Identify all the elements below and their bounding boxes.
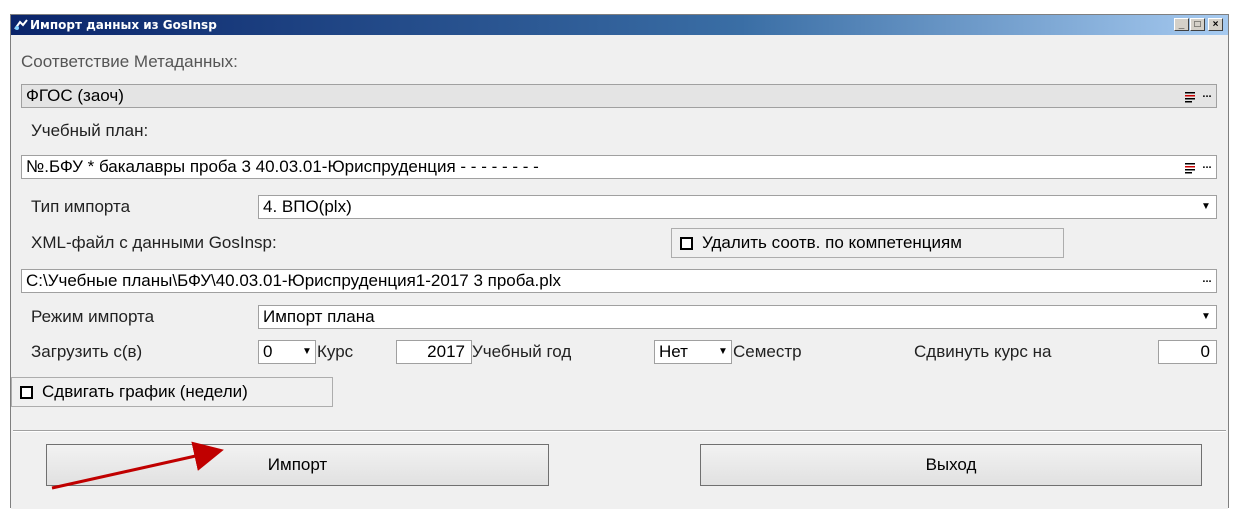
title-bar[interactable]: Импорт данных из GosInsp _ □ × [11, 15, 1228, 35]
import-button[interactable]: Импорт [46, 444, 549, 486]
exit-button[interactable]: Выход [700, 444, 1202, 486]
chevron-down-icon[interactable]: ▼ [1198, 308, 1214, 326]
plan-field[interactable]: №.БФУ * бакалавры проба 3 40.03.01-Юрисп… [21, 155, 1217, 179]
metadata-field[interactable]: ФГОС (заоч) ... [21, 84, 1217, 108]
import-mode-label: Режим импорта [31, 307, 155, 326]
minimize-button[interactable]: _ [1174, 18, 1189, 31]
delete-competence-checkbox[interactable]: Удалить соотв. по компетенциям [671, 228, 1064, 258]
dialog-content: Соответствие Метаданных: ФГОС (заоч) ...… [11, 35, 1228, 509]
year-label: Учебный год [472, 342, 572, 361]
list-icon[interactable] [1184, 87, 1198, 105]
year-field[interactable]: 2017 [396, 340, 472, 364]
ellipsis-icon[interactable]: ... [1200, 87, 1214, 105]
chevron-down-icon[interactable]: ▼ [1198, 198, 1214, 216]
xml-file-label: XML-файл с данными GosInsp: [31, 233, 277, 252]
app-icon [14, 19, 28, 30]
semester-select[interactable]: Нет ▼ [654, 340, 732, 364]
import-type-label: Тип импорта [31, 197, 131, 216]
course-label: Курс [317, 342, 354, 361]
shift-course-label: Сдвинуть курс на [914, 342, 1052, 361]
shift-schedule-checkbox[interactable]: Сдвигать график (недели) [11, 377, 333, 407]
metadata-label: Соответствие Метаданных: [21, 52, 238, 71]
plan-label: Учебный план: [31, 121, 149, 140]
shift-course-field[interactable]: 0 [1158, 340, 1217, 364]
chevron-down-icon[interactable]: ▼ [715, 343, 731, 361]
shift-schedule-label: Сдвигать график (недели) [42, 382, 248, 401]
import-dialog-window: Импорт данных из GosInsp _ □ × Соответст… [10, 14, 1229, 509]
file-path-value: C:\Учебные планы\БФУ\40.03.01-Юриспруден… [26, 271, 561, 290]
load-from-label: Загрузить с(в) [31, 342, 143, 361]
course-value: 0 [263, 342, 273, 361]
ellipsis-icon[interactable]: ... [1200, 272, 1214, 290]
chevron-down-icon[interactable]: ▼ [299, 343, 315, 361]
file-path-field[interactable]: C:\Учебные планы\БФУ\40.03.01-Юриспруден… [21, 269, 1217, 293]
import-type-value: 4. ВПО(plx) [263, 197, 352, 216]
checkbox-icon[interactable] [680, 237, 693, 250]
semester-value: Нет [659, 342, 688, 361]
list-icon[interactable] [1184, 158, 1198, 176]
ellipsis-icon[interactable]: ... [1200, 158, 1214, 176]
semester-label: Семестр [733, 342, 802, 361]
import-mode-value: Импорт плана [263, 307, 375, 326]
plan-value: №.БФУ * бакалавры проба 3 40.03.01-Юрисп… [26, 157, 539, 176]
separator [13, 430, 1226, 432]
import-type-select[interactable]: 4. ВПО(plx) ▼ [258, 195, 1217, 219]
course-select[interactable]: 0 ▼ [258, 340, 316, 364]
metadata-value: ФГОС (заоч) [26, 86, 124, 105]
maximize-button[interactable]: □ [1190, 18, 1205, 31]
import-mode-select[interactable]: Импорт плана ▼ [258, 305, 1217, 329]
close-button[interactable]: × [1208, 18, 1223, 31]
delete-competence-label: Удалить соотв. по компетенциям [702, 233, 962, 252]
checkbox-icon[interactable] [20, 386, 33, 399]
window-title: Импорт данных из GosInsp [30, 18, 217, 32]
